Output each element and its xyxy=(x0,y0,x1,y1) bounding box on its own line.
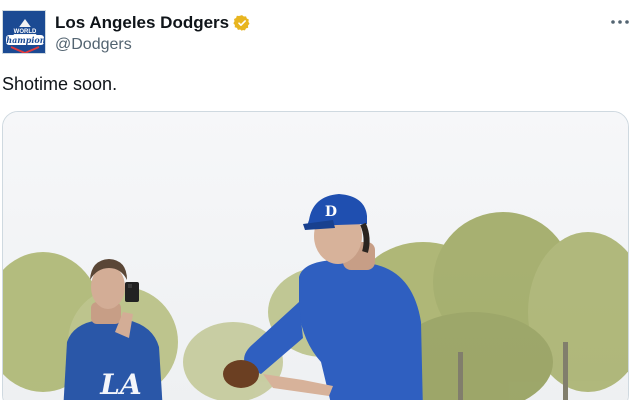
tweet-header: WORLD Champions Los Angeles Dodgers @Dod… xyxy=(0,0,642,62)
cap-letter: D xyxy=(325,204,337,220)
author-handle[interactable]: @Dodgers xyxy=(55,36,132,54)
author-name[interactable]: Los Angeles Dodgers xyxy=(55,13,229,33)
ellipsis-icon xyxy=(611,20,629,24)
verified-badge-icon xyxy=(233,14,251,32)
world-champions-logo-icon: WORLD Champions xyxy=(3,11,46,53)
jersey-lettering: LA xyxy=(99,368,141,400)
photo-image: LA D xyxy=(3,112,628,400)
avatar[interactable]: WORLD Champions xyxy=(2,10,46,54)
author-name-row: Los Angeles Dodgers xyxy=(55,12,251,34)
avatar-text-script: Champions xyxy=(3,35,46,45)
more-options-button[interactable] xyxy=(608,10,632,34)
tweet-text: Shotime soon. xyxy=(2,74,118,94)
tweet-photo[interactable]: LA D xyxy=(2,111,629,400)
